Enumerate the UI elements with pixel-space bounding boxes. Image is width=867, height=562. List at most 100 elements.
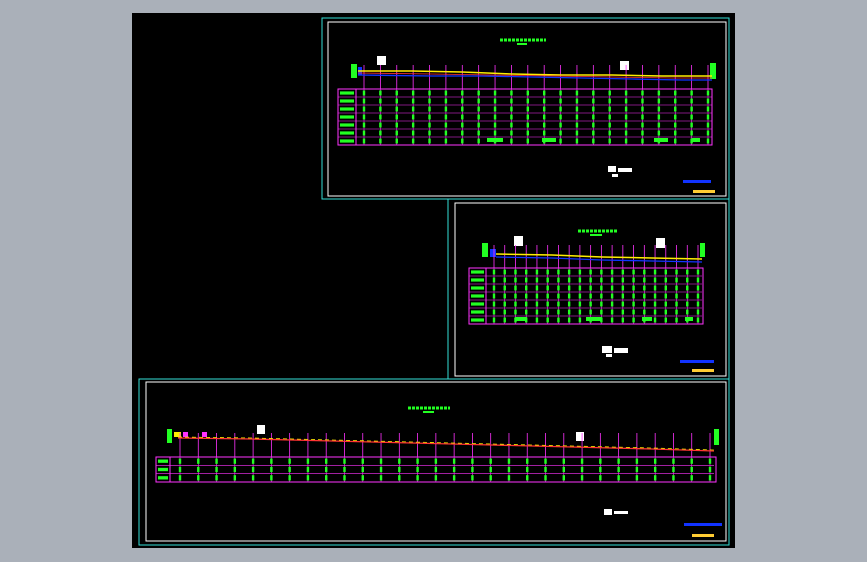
sheet-1-legend-notes (608, 166, 632, 177)
station-label-mark (535, 293, 539, 299)
station-label-mark (641, 114, 644, 120)
sheet-2 (447, 198, 730, 380)
station-label-mark (270, 475, 273, 481)
row-label-mark (340, 115, 354, 119)
row-label-mark (158, 476, 168, 480)
station-label-mark (477, 130, 480, 136)
station-label-mark (197, 475, 200, 481)
station-label-mark (215, 475, 218, 481)
station-label-mark (632, 317, 635, 323)
station-label-mark (643, 293, 646, 299)
station-label-mark (535, 277, 539, 283)
station-label-mark (444, 106, 448, 112)
station-label-mark (621, 317, 625, 323)
station-label-mark (621, 301, 625, 307)
station-label-mark (434, 458, 438, 464)
station-label-mark (674, 98, 677, 104)
station-label-mark (477, 122, 480, 128)
station-label-mark (362, 90, 366, 96)
station-label-mark (675, 277, 678, 283)
station-label-mark (653, 269, 657, 275)
cad-viewport[interactable] (132, 13, 735, 548)
sheet-1-title (500, 38, 546, 45)
station-label-mark (461, 138, 464, 144)
sheet-1-grid-table (337, 88, 713, 146)
station-label-mark (452, 466, 456, 473)
station-label-mark (690, 458, 693, 464)
station-label-mark (624, 122, 628, 128)
sheet-2-title-block (692, 369, 714, 372)
station-label-mark (696, 301, 700, 307)
station-label-mark (306, 475, 310, 481)
station-label-mark (559, 90, 562, 96)
station-label-mark (525, 269, 528, 275)
station-label-mark (580, 458, 584, 464)
station-label-mark (557, 317, 560, 323)
station-label-mark (621, 293, 625, 299)
station-label-mark (696, 285, 700, 291)
station-label-mark (635, 475, 639, 481)
row-label-mark (158, 459, 168, 463)
station-label-mark (657, 122, 661, 128)
station-label-mark (526, 130, 530, 136)
station-label-mark (624, 130, 628, 136)
station-label-mark (197, 458, 200, 464)
sheet-1-scale-note (683, 180, 711, 183)
station-label-mark (471, 458, 474, 464)
station-label-mark (706, 114, 710, 120)
station-label-mark (664, 301, 667, 307)
station-label-mark (624, 138, 628, 144)
station-label-mark (379, 106, 382, 112)
station-label-mark (535, 269, 539, 275)
station-label-mark (696, 277, 700, 283)
station-label-mark (546, 277, 549, 283)
station-label-mark (270, 466, 273, 473)
row-label-mark (340, 99, 354, 103)
station-label-mark (641, 122, 644, 128)
station-label-mark (610, 269, 614, 275)
design-grade-line (177, 437, 715, 452)
station-label-mark (706, 98, 710, 104)
sheet-2-scale-note (680, 360, 714, 363)
station-label-mark (653, 309, 657, 315)
station-label-mark (343, 466, 346, 473)
station-label-mark (428, 130, 431, 136)
row-label-mark (340, 139, 354, 143)
station-label-mark (559, 138, 562, 144)
station-label-mark (580, 466, 584, 473)
station-label-mark (641, 130, 644, 136)
station-label-mark (690, 130, 693, 136)
station-label-mark (617, 475, 620, 481)
station-label-mark (589, 269, 592, 275)
station-label-mark (599, 466, 602, 473)
sheet-1 (321, 17, 730, 200)
station-label-mark (589, 277, 592, 283)
row-label-mark (158, 467, 168, 472)
station-label-mark (398, 466, 401, 473)
station-label-mark (444, 114, 448, 120)
station-label-mark (514, 309, 517, 315)
station-label-mark (643, 301, 646, 307)
station-label-mark (690, 114, 693, 120)
station-label-mark (675, 269, 678, 275)
station-label-mark (251, 466, 255, 473)
station-label-mark (542, 122, 546, 128)
station-label-mark (510, 114, 513, 120)
station-label-mark (657, 130, 661, 136)
station-label-mark (664, 277, 667, 283)
row-label-mark (471, 286, 484, 290)
station-label-mark (653, 301, 657, 307)
sheet-2-legend-notes (602, 346, 628, 357)
station-label-mark (672, 458, 675, 464)
station-label-mark (526, 122, 530, 128)
station-label-mark (632, 277, 635, 283)
sheet-1-title-block (693, 190, 715, 193)
station-label-mark (525, 309, 528, 315)
station-label-mark (567, 317, 571, 323)
station-label-mark (525, 277, 528, 283)
station-label-mark (492, 317, 496, 323)
station-label-mark (708, 466, 712, 473)
station-label-mark (361, 475, 364, 481)
station-label-mark (578, 301, 582, 307)
station-label-mark (575, 106, 579, 112)
